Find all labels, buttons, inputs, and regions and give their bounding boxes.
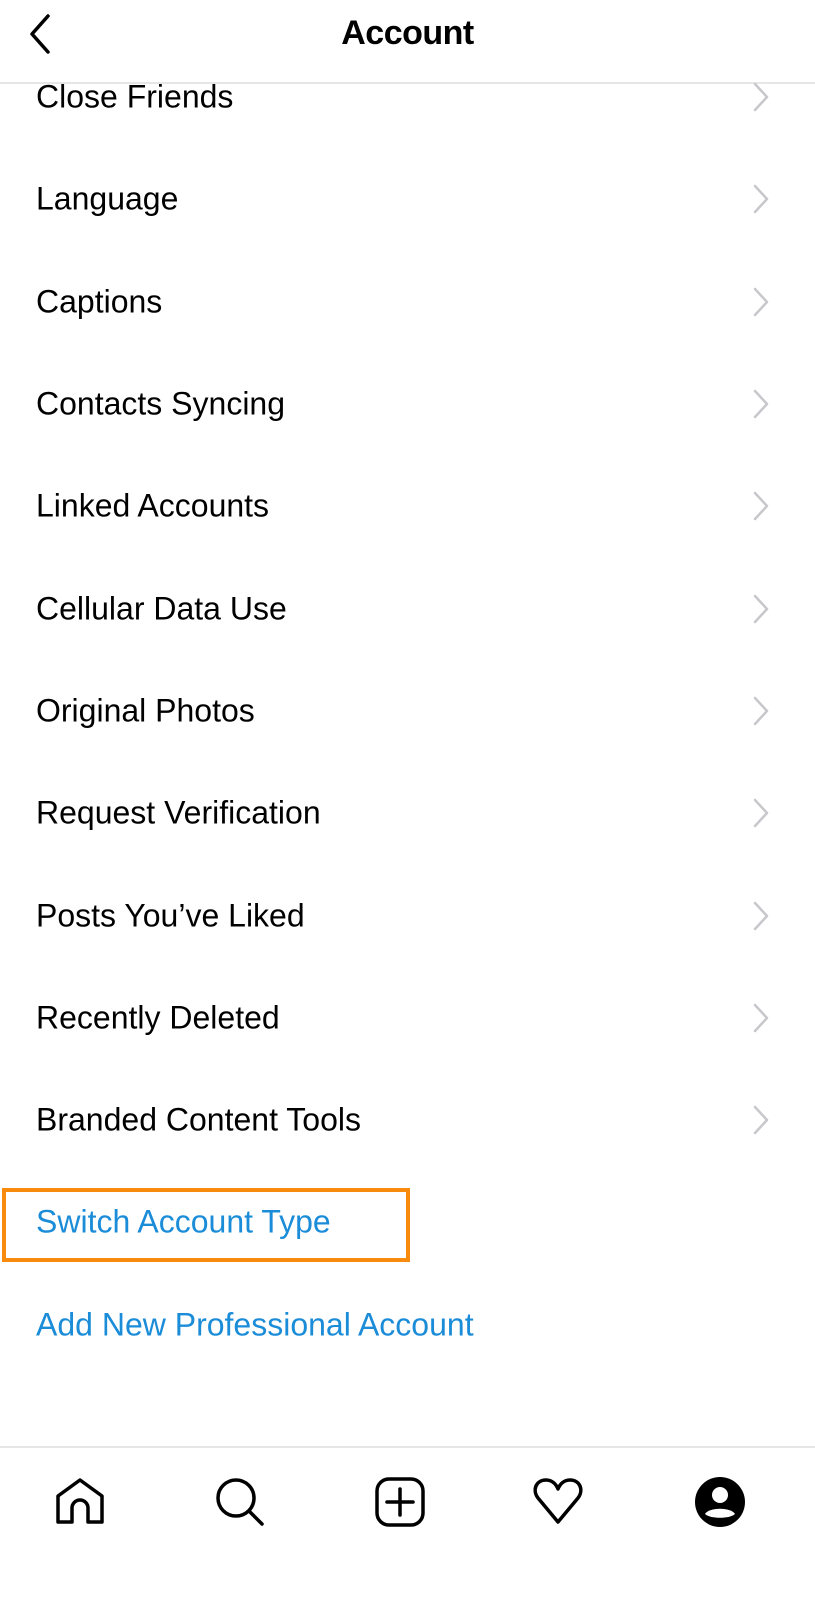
chevron-right-icon (753, 594, 769, 623)
menu-item-label: Contacts Syncing (36, 385, 286, 422)
menu-item-original-photos[interactable]: Original Photos (0, 660, 815, 762)
bottom-tab-bar (0, 1446, 815, 1602)
menu-item-label: Request Verification (36, 794, 321, 831)
settings-list: Close Friends Language Captions Contacts… (0, 46, 815, 1376)
menu-item-label: Posts You’ve Liked (36, 897, 305, 934)
menu-item-label: Original Photos (36, 692, 255, 729)
tab-search[interactable] (212, 1474, 268, 1530)
link-label: Add New Professional Account (36, 1306, 474, 1343)
chevron-right-icon (753, 185, 769, 214)
chevron-right-icon (753, 82, 769, 112)
profile-icon (695, 1477, 745, 1527)
search-icon (216, 1478, 264, 1526)
menu-item-branded-content-tools[interactable]: Branded Content Tools (0, 1069, 815, 1171)
menu-item-label: Branded Content Tools (36, 1101, 361, 1138)
chevron-right-icon (753, 696, 769, 726)
menu-item-label: Captions (36, 283, 163, 320)
chevron-right-icon (753, 389, 769, 419)
add-professional-account-link[interactable]: Add New Professional Account (0, 1274, 815, 1376)
menu-item-contacts-syncing[interactable]: Contacts Syncing (0, 353, 815, 455)
tab-activity[interactable] (530, 1474, 586, 1530)
tab-new-post[interactable] (372, 1474, 428, 1530)
tab-profile[interactable] (692, 1474, 748, 1530)
menu-item-label: Close Friends (36, 78, 234, 115)
link-label: Switch Account Type (36, 1203, 331, 1240)
menu-item-label: Linked Accounts (36, 487, 270, 524)
menu-item-recently-deleted[interactable]: Recently Deleted (0, 967, 815, 1069)
heart-icon (533, 1478, 583, 1524)
chevron-right-icon (753, 492, 769, 521)
menu-item-label: Cellular Data Use (36, 590, 287, 627)
chevron-right-icon (753, 1003, 769, 1033)
menu-item-label: Recently Deleted (36, 999, 280, 1036)
tab-home[interactable] (52, 1474, 108, 1530)
chevron-right-icon (753, 798, 769, 828)
menu-item-close-friends[interactable]: Close Friends (0, 46, 815, 148)
menu-item-captions[interactable]: Captions (0, 251, 815, 353)
menu-item-language[interactable]: Language (0, 148, 815, 250)
chevron-right-icon (753, 1105, 769, 1135)
menu-item-request-verification[interactable]: Request Verification (0, 762, 815, 864)
menu-item-label: Language (36, 180, 179, 217)
chevron-right-icon (753, 287, 769, 316)
plus-square-icon (375, 1477, 425, 1527)
home-icon (56, 1478, 104, 1524)
menu-item-posts-youve-liked[interactable]: Posts You’ve Liked (0, 864, 815, 966)
menu-item-linked-accounts[interactable]: Linked Accounts (0, 455, 815, 557)
menu-item-cellular-data-use[interactable]: Cellular Data Use (0, 557, 815, 659)
chevron-right-icon (753, 901, 769, 930)
switch-account-type-link[interactable]: Switch Account Type (0, 1171, 815, 1273)
